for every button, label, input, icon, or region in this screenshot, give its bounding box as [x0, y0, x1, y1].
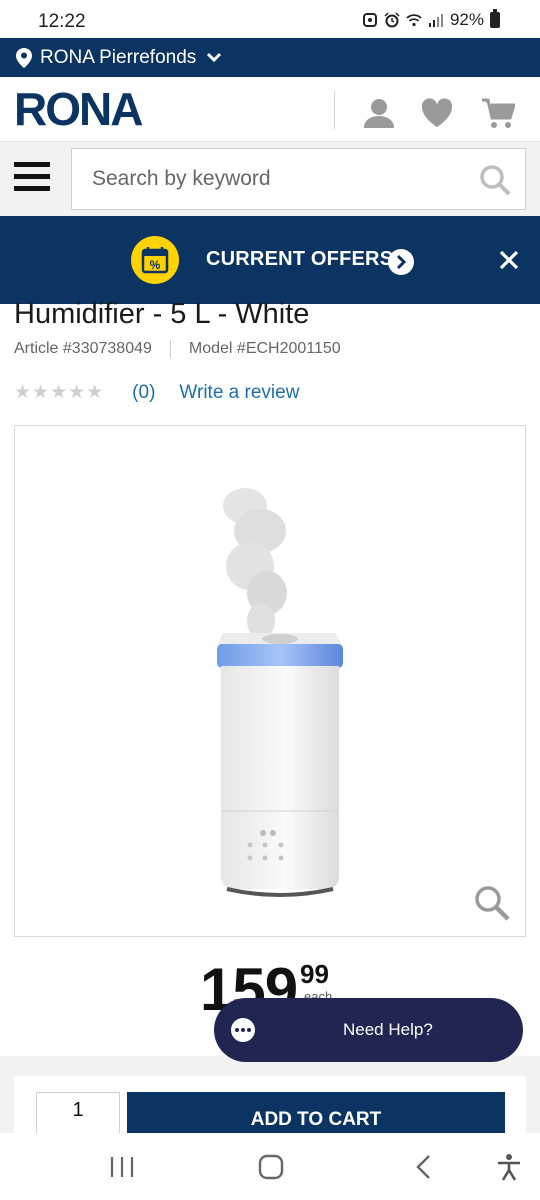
battery-percent: 92%	[449, 10, 484, 29]
location-pin-icon	[16, 47, 32, 68]
search-icon[interactable]	[479, 164, 511, 196]
wishlist-heart-icon[interactable]	[420, 97, 454, 129]
accessibility-icon[interactable]	[494, 1153, 524, 1181]
menu-icon[interactable]	[14, 162, 50, 194]
model-number: Model #ECH2001150	[188, 340, 341, 357]
status-time: 12:22	[38, 11, 86, 32]
search-row	[0, 142, 540, 216]
product-meta: Article #330738049 Model #ECH2001150	[14, 340, 341, 358]
close-icon[interactable]	[498, 249, 520, 271]
humidifier-image	[217, 488, 343, 897]
rating-stars: ★★★★★	[14, 382, 105, 403]
product-page: 12:22 92% RONA Pierrefonds RONA Search b…	[0, 0, 540, 1200]
store-name: RONA Pierrefonds	[40, 46, 197, 68]
chat-icon	[231, 1018, 255, 1042]
write-review-link[interactable]: Write a review	[179, 382, 299, 404]
signal-icon	[428, 14, 443, 27]
article-number: Article #330738049	[14, 340, 152, 357]
search-input[interactable]	[72, 149, 462, 209]
zoom-icon[interactable]	[473, 884, 511, 922]
status-bar: 12:22 92%	[0, 0, 540, 40]
logo-text: RONA	[14, 87, 142, 131]
wifi-icon	[406, 14, 422, 27]
need-help-label: Need Help?	[343, 1020, 433, 1039]
current-offers-label: CURRENT OFFERS	[206, 248, 394, 270]
current-offers-banner[interactable]: % CURRENT OFFERS	[0, 216, 540, 304]
product-title: Humidifier - 5 L - White	[14, 298, 310, 330]
store-selector[interactable]: RONA Pierrefonds	[0, 38, 540, 77]
svg-text:%: %	[150, 258, 161, 272]
rona-logo[interactable]: RONA	[14, 87, 179, 131]
meta-divider	[169, 340, 171, 358]
chevron-down-icon	[207, 52, 222, 62]
review-count-link[interactable]: (0)	[132, 382, 155, 404]
product-image-box[interactable]	[14, 425, 526, 937]
site-header: RONA	[0, 77, 540, 142]
cart-icon[interactable]	[481, 97, 515, 129]
battery-icon	[490, 9, 500, 28]
need-help-button[interactable]: Need Help?	[214, 998, 523, 1062]
recent-apps-icon[interactable]	[107, 1153, 137, 1181]
rating-row: ★★★★★ (0) Write a review	[14, 381, 299, 404]
status-icons: 92%	[362, 9, 500, 30]
alarm-icon	[384, 12, 400, 28]
back-icon[interactable]	[409, 1153, 439, 1181]
price-cents: 99	[300, 959, 329, 989]
calendar-percent-icon: %	[131, 236, 179, 284]
system-nav-bar	[0, 1133, 540, 1200]
account-icon[interactable]	[362, 97, 396, 129]
home-icon[interactable]	[256, 1153, 286, 1181]
header-divider	[334, 91, 335, 129]
app-notification-icon	[362, 13, 377, 27]
search-box	[71, 148, 526, 210]
arrow-right-icon	[388, 249, 414, 275]
add-to-cart-section: 1 ADD TO CART	[0, 1056, 540, 1150]
